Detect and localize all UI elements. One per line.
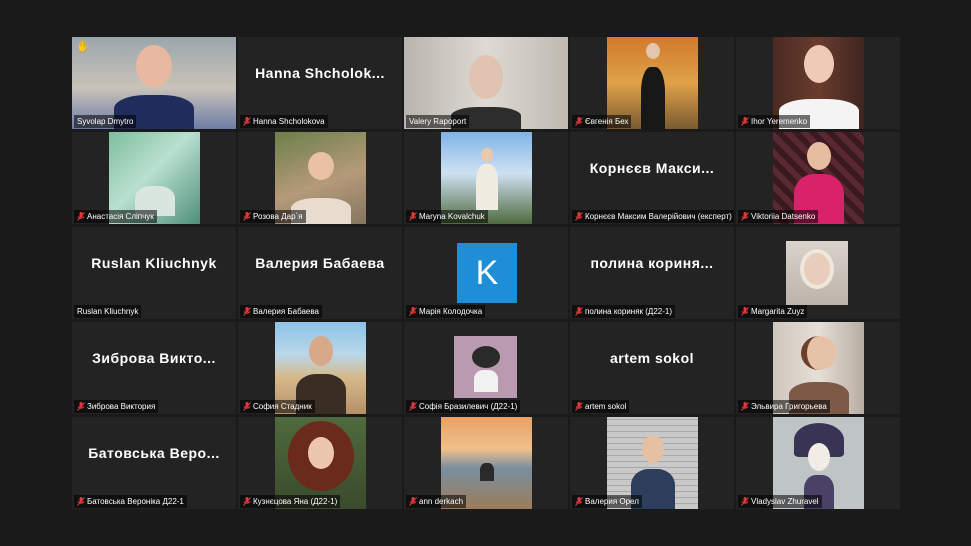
video-tile[interactable]: Софія Бразилевич (Д22-1) [404, 322, 568, 414]
muted-mic-icon [243, 497, 251, 506]
participant-display-name: Hanna Shcholok... [255, 65, 385, 81]
video-tile[interactable]: Валерия Орел [570, 417, 734, 509]
video-tile[interactable]: Батовська Веро... Батовська Вероніка Д22… [72, 417, 236, 509]
muted-mic-icon [77, 402, 85, 411]
video-tile[interactable]: полина кориня... полина кориняк (Д22-1) [570, 227, 734, 319]
participant-name-label: Валерия Бабаева [240, 305, 322, 318]
avatar: K [457, 243, 517, 303]
muted-mic-icon [409, 212, 417, 221]
video-tile[interactable]: Эльвира Григорьева [736, 322, 900, 414]
participant-name-label: Зиброва Виктория [74, 400, 159, 413]
participant-name-label: ann derkach [406, 495, 467, 508]
participant-name-label: Євгенія Бех [572, 115, 632, 128]
video-tile[interactable]: Viktoriia Datsenko [736, 132, 900, 224]
muted-mic-icon [575, 497, 583, 506]
participant-display-name: Зиброва Викто... [92, 350, 216, 366]
video-tile[interactable]: Євгенія Бех [570, 37, 734, 129]
participant-name-label: Vladyslav Zhuravel [738, 495, 822, 508]
video-tile[interactable]: artem sokol artem sokol [570, 322, 734, 414]
participant-name-label: Margarita Zuyz [738, 305, 808, 318]
participant-display-name: Корнєєв Макси... [589, 160, 715, 176]
video-tile[interactable]: Анастасія Сліпчук [72, 132, 236, 224]
participant-display-name: Валерия Бабаева [255, 255, 385, 271]
muted-mic-icon [575, 307, 583, 316]
muted-mic-icon [741, 402, 749, 411]
participant-name-label: Viktoriia Datsenko [738, 210, 819, 223]
muted-mic-icon [575, 212, 583, 221]
video-tile[interactable]: ✋ Syvolap Dmytro [72, 37, 236, 129]
participant-name-label: Hanna Shcholokova [240, 115, 328, 128]
video-tile[interactable]: София Стадник [238, 322, 402, 414]
video-tile[interactable]: Hanna Shcholok... Hanna Shcholokova [238, 37, 402, 129]
participant-name-label: Ihor Yeremenko [738, 115, 811, 128]
participant-name-label: Maryna Kovalchuk [406, 210, 488, 223]
muted-mic-icon [741, 117, 749, 126]
participant-name-label: Ruslan Kliuchnyk [74, 305, 142, 318]
muted-mic-icon [409, 307, 417, 316]
muted-mic-icon [243, 117, 251, 126]
participant-name-label: Valery Rapoport [406, 115, 470, 128]
participant-display-name: Батовська Веро... [88, 445, 220, 461]
video-tile[interactable]: Vladyslav Zhuravel [736, 417, 900, 509]
muted-mic-icon [575, 117, 583, 126]
muted-mic-icon [409, 402, 417, 411]
video-tile[interactable]: Margarita Zuyz [736, 227, 900, 319]
muted-mic-icon [243, 402, 251, 411]
raised-hand-icon: ✋ [76, 41, 90, 53]
participant-video [454, 336, 517, 398]
video-tile[interactable]: Ruslan Kliuchnyk Ruslan Kliuchnyk [72, 227, 236, 319]
participant-name-label: Syvolap Dmytro [74, 115, 137, 128]
video-tile[interactable]: Maryna Kovalchuk [404, 132, 568, 224]
video-tile[interactable]: Розова Дар`я [238, 132, 402, 224]
gallery-grid: ✋ Syvolap Dmytro Hanna Shcholok... Hanna… [72, 37, 900, 509]
video-tile[interactable]: Корнєєв Макси... Корнєєв Максим Валерійо… [570, 132, 734, 224]
muted-mic-icon [243, 307, 251, 316]
participant-name-label: Софія Бразилевич (Д22-1) [406, 400, 521, 413]
participant-name-label: Валерия Орел [572, 495, 642, 508]
participant-name-label: Марія Колодочка [406, 305, 486, 318]
muted-mic-icon [575, 402, 583, 411]
video-tile[interactable]: K Марія Колодочка [404, 227, 568, 319]
video-tile[interactable]: Ihor Yeremenko [736, 37, 900, 129]
participant-name-label: Эльвира Григорьева [738, 400, 830, 413]
participant-display-name: artem sokol [609, 350, 695, 366]
participant-name-label: Розова Дар`я [240, 210, 306, 223]
participant-display-name: Ruslan Kliuchnyk [91, 255, 217, 271]
video-tile[interactable]: Valery Rapoport [404, 37, 568, 129]
participant-name-label: Корнєєв Максим Валерійович (експерт) [572, 210, 734, 223]
muted-mic-icon [741, 307, 749, 316]
participant-display-name: полина кориня... [590, 255, 714, 271]
video-tile[interactable]: Валерия Бабаева Валерия Бабаева [238, 227, 402, 319]
participant-name-label: Батовська Вероніка Д22-1 [74, 495, 187, 508]
video-tile[interactable]: Кузнєцова Яна (Д22-1) [238, 417, 402, 509]
participant-name-label: София Стадник [240, 400, 315, 413]
participant-name-label: полина кориняк (Д22-1) [572, 305, 676, 318]
muted-mic-icon [741, 497, 749, 506]
muted-mic-icon [77, 497, 85, 506]
muted-mic-icon [409, 497, 417, 506]
muted-mic-icon [77, 212, 85, 221]
video-tile[interactable]: Зиброва Викто... Зиброва Виктория [72, 322, 236, 414]
participant-name-label: artem sokol [572, 400, 630, 413]
video-tile[interactable]: ann derkach [404, 417, 568, 509]
participant-name-label: Кузнєцова Яна (Д22-1) [240, 495, 341, 508]
participant-name-label: Анастасія Сліпчук [74, 210, 157, 223]
participant-video [786, 241, 848, 305]
muted-mic-icon [741, 212, 749, 221]
muted-mic-icon [243, 212, 251, 221]
